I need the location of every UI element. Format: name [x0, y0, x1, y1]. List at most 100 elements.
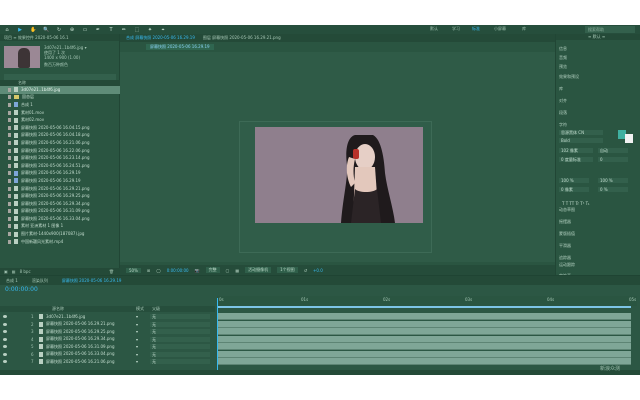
label-color-icon[interactable]	[8, 102, 11, 107]
camera-icon[interactable]: 📷	[195, 268, 200, 273]
layer-mode-select[interactable]: ▾	[136, 322, 138, 327]
label-color-icon[interactable]	[8, 224, 11, 229]
tool-9-icon[interactable]: ✏	[121, 27, 127, 33]
col-parent[interactable]: 父级	[152, 306, 160, 312]
layer-mode-select[interactable]: ▾	[136, 352, 138, 357]
layer-name[interactable]: 屏幕快照 2020-05-06 16.29.25.png	[46, 329, 115, 335]
label-color-icon[interactable]	[8, 239, 11, 244]
visibility-eye-icon[interactable]	[3, 330, 7, 333]
label-color-icon[interactable]	[8, 216, 11, 221]
label-color-icon[interactable]	[8, 140, 11, 145]
layer-parent-select[interactable]: 无	[150, 314, 210, 319]
reset-exposure-icon[interactable]: ↺	[304, 268, 307, 273]
resolution-select[interactable]: 完整	[205, 267, 220, 273]
list-item[interactable]: 固态层	[0, 94, 120, 102]
layer-name[interactable]: 3d07e21..1b4f6.jpg	[46, 314, 85, 319]
transparency-icon[interactable]: ▦	[235, 268, 239, 273]
breadcrumb[interactable]: 屏幕快照 2020-05-06 16.29.19	[146, 44, 214, 50]
visibility-eye-icon[interactable]	[3, 352, 7, 356]
layer-mode-select[interactable]: ▾	[136, 337, 138, 342]
label-color-icon[interactable]	[8, 186, 11, 191]
layer-name[interactable]: 屏幕快照 2020-05-06 16.33.04.png	[46, 351, 115, 357]
list-item[interactable]: 屏幕快照 2020-05-06 16.04.15.png	[0, 124, 120, 132]
tool-1-icon[interactable]: ▶	[17, 27, 23, 33]
tool-0-icon[interactable]: ⌂	[4, 27, 10, 33]
layer-duration-bar[interactable]	[218, 335, 631, 343]
trash-icon[interactable]: 🗑	[109, 269, 114, 274]
tab-composition[interactable]: 合成 屏幕快照 2020-05-06 16.29.19	[126, 35, 195, 41]
list-item[interactable]: 屏幕快照 2020-05-06 16.24.51.png	[0, 162, 120, 170]
list-item[interactable]: 屏幕快照 2020-05-06 16.29.19	[0, 170, 120, 178]
composition-image[interactable]	[255, 127, 423, 223]
layer-parent-select[interactable]: 无	[150, 336, 210, 342]
bit-depth[interactable]: 8 bpc	[20, 269, 31, 274]
mask-icon[interactable]: ◯	[156, 268, 160, 273]
panel-item-4[interactable]: 库	[559, 86, 563, 92]
kerning-field[interactable]: 0 度量标准	[559, 157, 593, 162]
table-row[interactable]: 4 屏幕快照 2020-05-06 16.29.34.png ▾ 无	[0, 336, 215, 343]
layer-mode-select[interactable]: ▾	[136, 344, 138, 349]
right-panel-header[interactable]: ≡ 默认 ≡	[556, 34, 640, 40]
layer-name[interactable]: 屏幕快照 2020-05-06 16.29.21.png	[46, 321, 115, 327]
list-item[interactable]: 图片素材-1440x900(187087).jpg	[0, 230, 120, 238]
visibility-eye-icon[interactable]	[3, 322, 7, 326]
layer-duration-bar[interactable]	[218, 313, 631, 320]
table-row[interactable]: 3 屏幕快照 2020-05-06 16.29.25.png ▾ 无	[0, 328, 215, 335]
workspace-4[interactable]: 库	[522, 26, 526, 32]
layer-duration-bar[interactable]	[218, 350, 631, 358]
col-source-name[interactable]: 源名称	[52, 306, 64, 312]
tool-3-icon[interactable]: 🔍	[43, 27, 49, 33]
list-item[interactable]: 屏幕快照 2020-05-06 16.33.04.png	[0, 215, 120, 223]
label-color-icon[interactable]	[8, 87, 11, 92]
layer-name[interactable]: 屏幕快照 2020-05-06 16.29.34.png	[46, 336, 115, 342]
table-row[interactable]: 5 屏幕快照 2020-05-06 16.31.09.png ▾ 无	[0, 343, 215, 350]
table-row[interactable]: 6 屏幕快照 2020-05-06 16.33.04.png ▾ 无	[0, 351, 215, 358]
horizontal-scale-field[interactable]: 100 %	[598, 178, 628, 183]
camera-select[interactable]: 活动摄像机	[245, 267, 272, 273]
layer-duration-bar[interactable]	[218, 358, 631, 365]
new-comp-icon[interactable]: ▦	[12, 269, 16, 274]
viewer-timecode[interactable]: 0:00:00:00	[167, 268, 189, 273]
tab-comp-1[interactable]: 合成 1	[6, 278, 18, 284]
workspace-1[interactable]: 学习	[452, 26, 460, 32]
label-color-icon[interactable]	[8, 178, 11, 183]
tracking-field[interactable]: 0	[598, 157, 628, 162]
col-mode[interactable]: 模式	[136, 306, 144, 312]
list-item[interactable]: 中国新疆风光素材.mp4	[0, 238, 120, 246]
list-item[interactable]: 合成 1	[0, 101, 120, 109]
panel-item-0[interactable]: 信息	[559, 46, 567, 52]
panel-lower-item-1[interactable]: 摇摆器	[559, 219, 571, 225]
table-row[interactable]: 2 屏幕快照 2020-05-06 16.29.21.png ▾ 无	[0, 321, 215, 328]
label-color-icon[interactable]	[8, 194, 11, 199]
font-size-field[interactable]: 102 像素	[559, 148, 593, 153]
tool-4-icon[interactable]: ↻	[56, 27, 62, 33]
panel-item-1[interactable]: 音频	[559, 55, 567, 61]
label-color-icon[interactable]	[8, 118, 11, 123]
workspace-0[interactable]: 默认	[430, 26, 438, 32]
layer-parent-select[interactable]: 无	[150, 359, 210, 364]
tool-10-icon[interactable]: ⬚	[134, 27, 140, 33]
tool-11-icon[interactable]: ✦	[147, 27, 153, 33]
panel-lower-item-0[interactable]: 动态草图	[559, 207, 575, 213]
stroke-color-swatch[interactable]	[625, 134, 633, 143]
label-color-icon[interactable]	[8, 148, 11, 153]
label-color-icon[interactable]	[8, 125, 11, 130]
layer-mode-select[interactable]: ▾	[136, 314, 138, 319]
table-row[interactable]: 1 3d07e21..1b4f6.jpg ▾ 无	[0, 313, 215, 320]
tool-7-icon[interactable]: ✒	[95, 27, 101, 33]
list-item[interactable]: 素材 亚洲素材 1 图像 1	[0, 223, 120, 231]
panel-item-6[interactable]: 段落	[559, 110, 567, 116]
tsume-field[interactable]: 0 %	[598, 187, 628, 192]
panel-lower-item-5[interactable]: 运动跟踪	[559, 262, 575, 268]
timeline-timecode[interactable]: 0:00:00:00	[5, 286, 38, 293]
label-color-icon[interactable]	[8, 209, 11, 214]
layer-mode-select[interactable]: ▾	[136, 329, 138, 334]
baseline-shift-field[interactable]: 0 像素	[559, 187, 589, 192]
tool-6-icon[interactable]: ▭	[82, 27, 88, 33]
list-item[interactable]: 屏幕快照 2020-05-06 16.29.21.png	[0, 185, 120, 193]
label-color-icon[interactable]	[8, 110, 11, 115]
tool-8-icon[interactable]: T	[108, 27, 114, 33]
exposure-value[interactable]: +0.0	[313, 268, 323, 273]
layer-duration-bar[interactable]	[218, 328, 631, 335]
label-color-icon[interactable]	[8, 163, 11, 168]
